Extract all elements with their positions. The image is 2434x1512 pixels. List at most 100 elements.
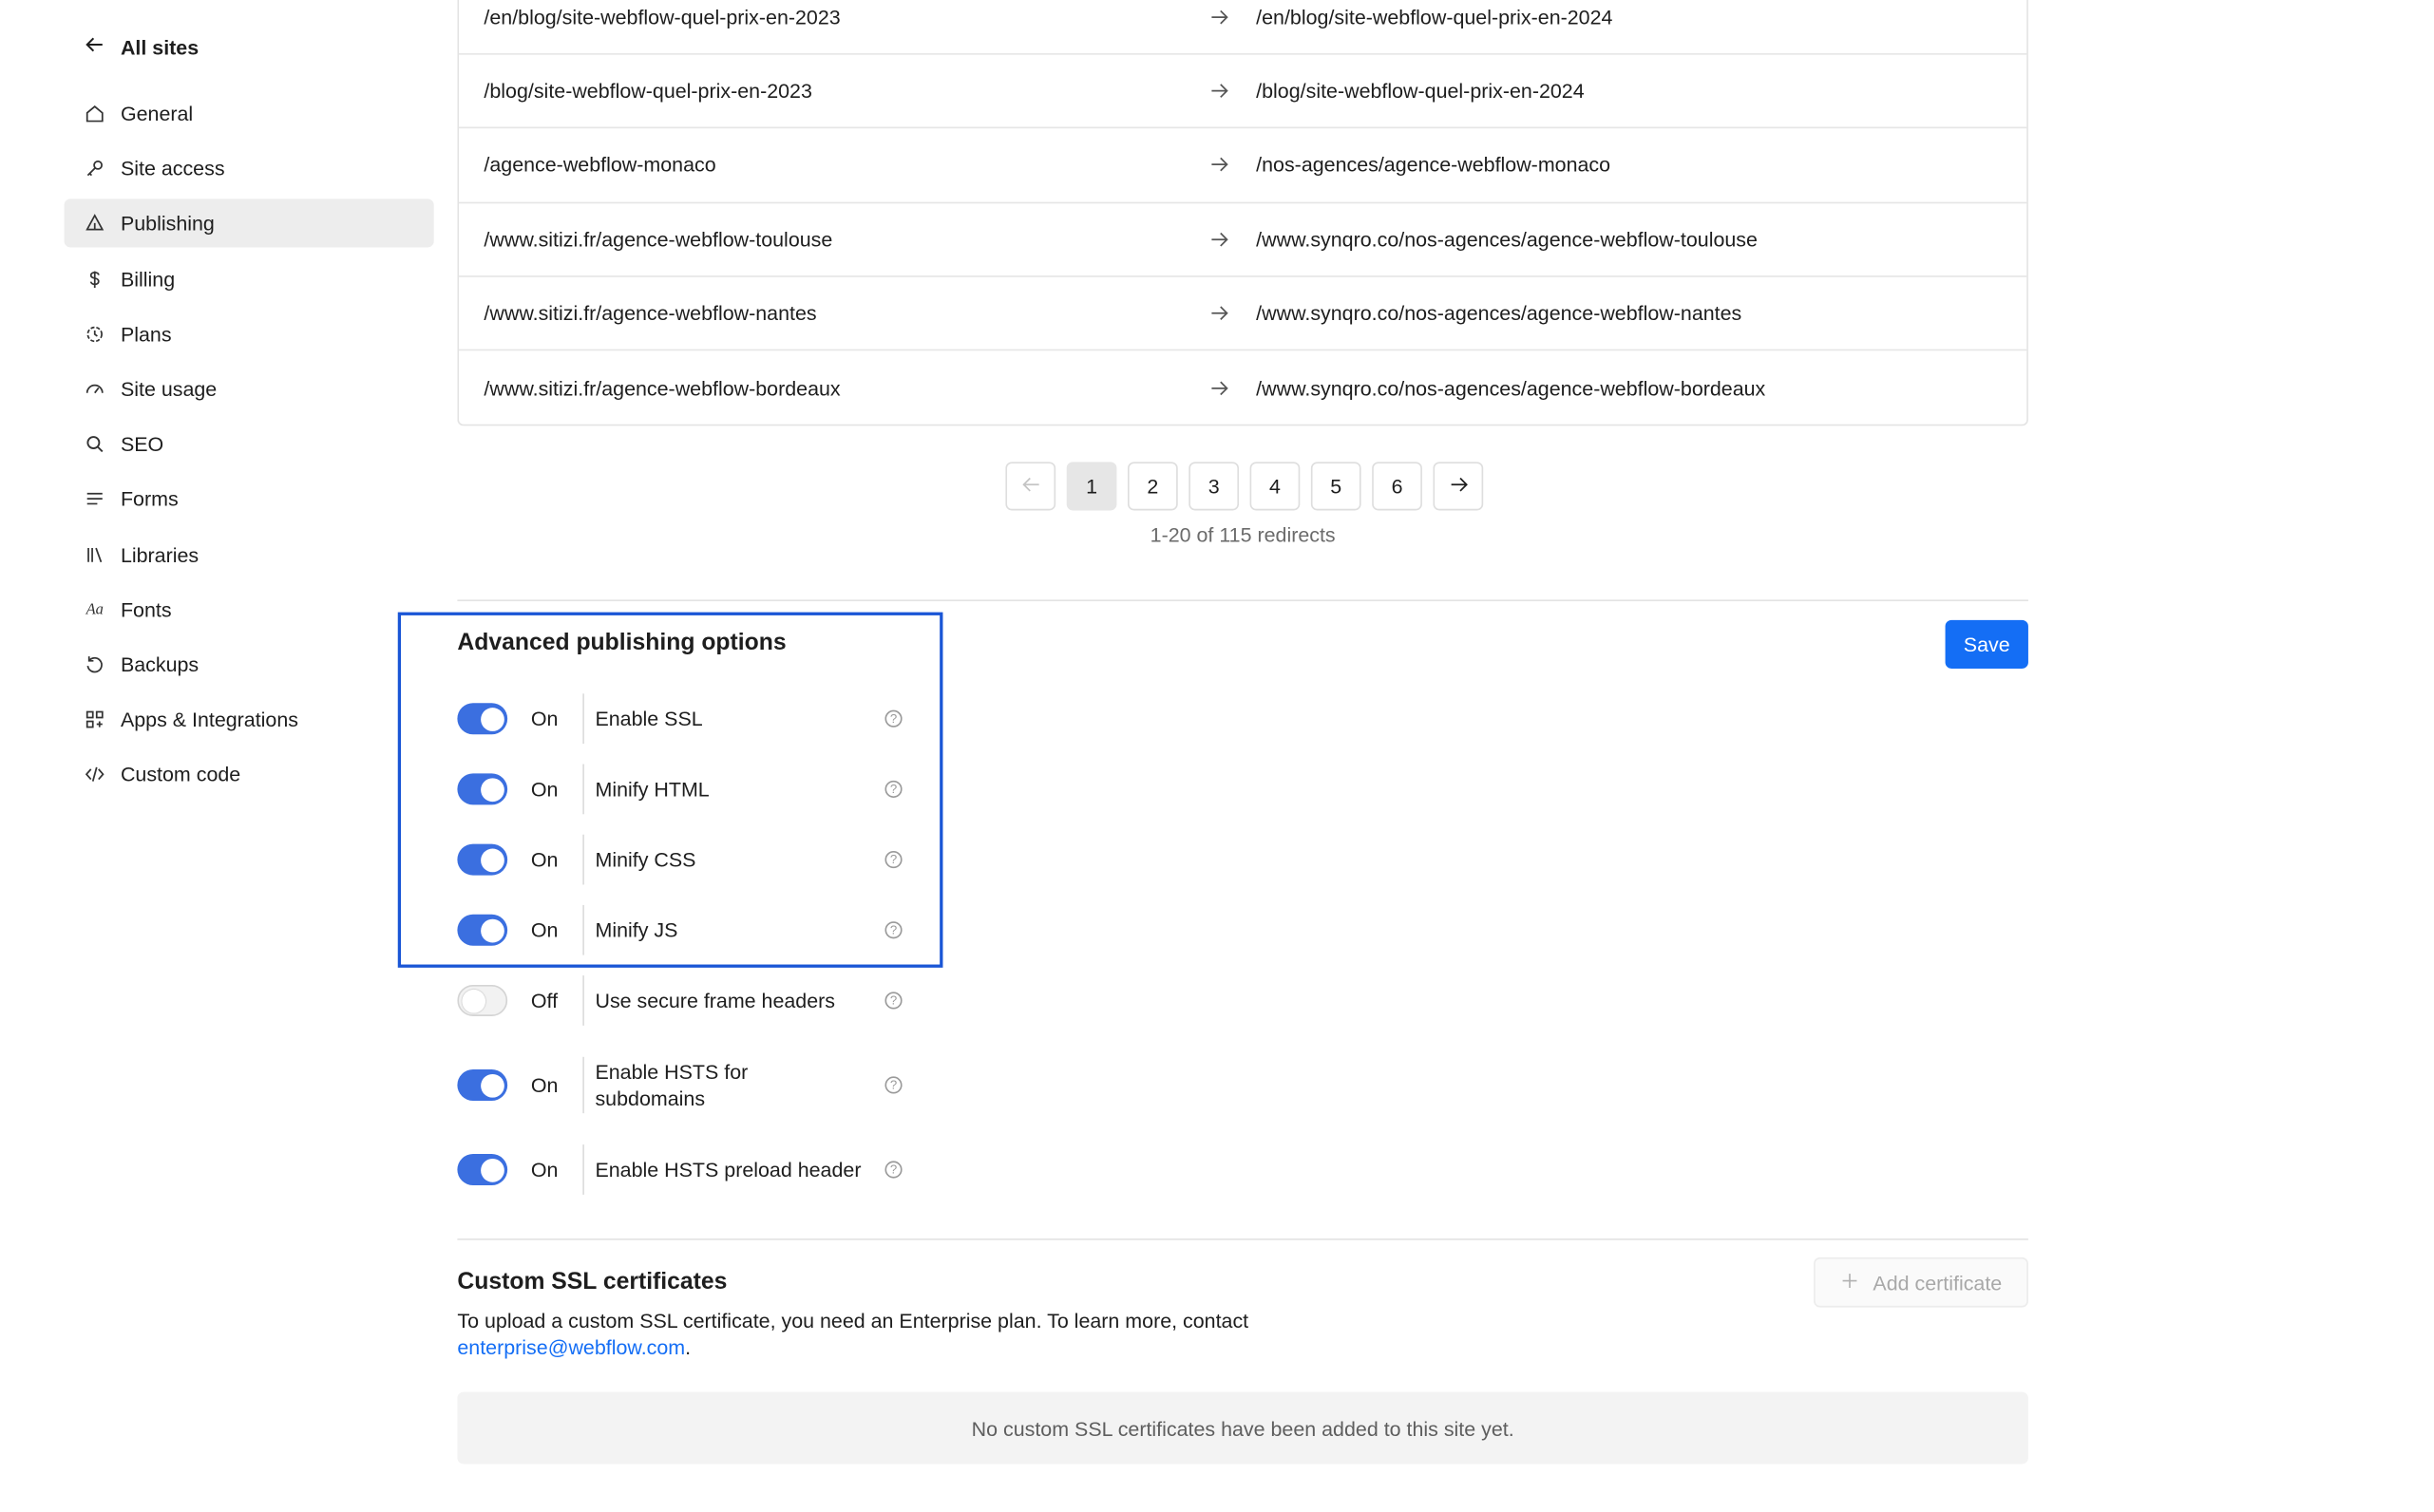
divider bbox=[582, 764, 584, 815]
sidebar-item-backups[interactable]: Backups bbox=[65, 640, 434, 689]
help-icon[interactable]: ? bbox=[884, 709, 903, 728]
redirects-table: /en/blog/site-webflow-quel-prix-en-2023 … bbox=[457, 0, 2028, 426]
page-button-2[interactable]: 2 bbox=[1127, 462, 1178, 511]
advanced-publishing-title: Advanced publishing options bbox=[457, 629, 787, 656]
page-button-5[interactable]: 5 bbox=[1310, 462, 1361, 511]
option-label: Minify JS bbox=[595, 917, 678, 942]
fonts-icon: Aa bbox=[86, 600, 104, 618]
redirect-from: /agence-webflow-monaco bbox=[484, 153, 716, 178]
section-divider bbox=[457, 1238, 2028, 1240]
page-button-1[interactable]: 1 bbox=[1066, 462, 1117, 511]
page-button-6[interactable]: 6 bbox=[1372, 462, 1422, 511]
sidebar-item-site-usage[interactable]: Site usage bbox=[65, 365, 434, 413]
sidebar-item-seo[interactable]: SEO bbox=[65, 420, 434, 468]
sidebar-item-label: Plans bbox=[120, 322, 172, 346]
table-row[interactable]: /en/blog/site-webflow-quel-prix-en-2023 … bbox=[459, 0, 2027, 56]
table-row[interactable]: /www.sitizi.fr/agence-webflow-nantes /ww… bbox=[459, 276, 2027, 351]
sidebar-item-plans[interactable]: Plans bbox=[65, 310, 434, 358]
option-label: Minify CSS bbox=[595, 847, 696, 872]
sidebar-item-label: Site access bbox=[120, 157, 225, 180]
page-button-3[interactable]: 3 bbox=[1188, 462, 1240, 511]
redirect-to: /nos-agences/agence-webflow-monaco bbox=[1256, 153, 1611, 178]
period: . bbox=[685, 1335, 692, 1359]
divider bbox=[582, 975, 584, 1026]
home-icon bbox=[85, 104, 105, 123]
help-icon[interactable]: ? bbox=[884, 1161, 903, 1179]
custom-ssl-description: To upload a custom SSL certificate, you … bbox=[457, 1308, 1334, 1361]
redirect-to: /www.synqro.co/nos-agences/agence-webflo… bbox=[1256, 227, 1758, 252]
redirect-to: /www.synqro.co/nos-agences/agence-webflo… bbox=[1256, 301, 1742, 325]
publish-icon bbox=[85, 214, 105, 234]
option-enable-ssl: On Enable SSL ? bbox=[457, 689, 911, 748]
table-row[interactable]: /www.sitizi.fr/agence-webflow-bordeaux /… bbox=[459, 350, 2026, 425]
help-icon[interactable]: ? bbox=[884, 851, 903, 869]
sidebar-item-libraries[interactable]: Libraries bbox=[65, 530, 434, 578]
enterprise-email-link[interactable]: enterprise@webflow.com bbox=[457, 1335, 685, 1359]
settings-sidebar: All sites General Site access Publishing… bbox=[0, 0, 454, 1512]
divider bbox=[582, 693, 584, 745]
next-page-button[interactable] bbox=[1433, 462, 1484, 511]
ssl-empty-state: No custom SSL certificates have been add… bbox=[457, 1391, 2028, 1465]
sidebar-item-billing[interactable]: Billing bbox=[65, 255, 434, 303]
hsts-subdomains-toggle[interactable] bbox=[457, 1068, 508, 1101]
restore-icon bbox=[85, 654, 105, 674]
plus-icon bbox=[1840, 1271, 1859, 1295]
divider bbox=[582, 1056, 584, 1114]
divider bbox=[582, 904, 584, 955]
sidebar-item-label: SEO bbox=[120, 432, 164, 456]
minify-js-toggle[interactable] bbox=[457, 914, 508, 946]
secure-frame-headers-toggle[interactable] bbox=[457, 984, 508, 1016]
minify-css-toggle[interactable] bbox=[457, 843, 508, 876]
arrow-left-icon bbox=[1020, 474, 1040, 499]
option-minify-html: On Minify HTML ? bbox=[457, 760, 911, 820]
help-icon[interactable]: ? bbox=[884, 1076, 903, 1094]
help-icon[interactable]: ? bbox=[884, 921, 903, 939]
redirect-from: /en/blog/site-webflow-quel-prix-en-2023 bbox=[484, 5, 841, 29]
sidebar-item-forms[interactable]: Forms bbox=[65, 475, 434, 523]
redirect-from: /www.sitizi.fr/agence-webflow-toulouse bbox=[484, 227, 833, 252]
arrow-right-icon bbox=[1209, 377, 1229, 397]
previous-page-button[interactable] bbox=[1005, 462, 1056, 511]
add-certificate-button[interactable]: Add certificate bbox=[1814, 1257, 2028, 1308]
table-row[interactable]: /agence-webflow-monaco /nos-agences/agen… bbox=[459, 129, 2027, 203]
sidebar-item-site-access[interactable]: Site access bbox=[65, 144, 434, 193]
divider bbox=[582, 1144, 584, 1195]
search-icon bbox=[85, 434, 105, 454]
toggle-state: On bbox=[530, 847, 559, 872]
option-label: Use secure frame headers bbox=[595, 989, 836, 1012]
sidebar-item-apps-integrations[interactable]: Apps & Integrations bbox=[65, 695, 434, 744]
sidebar-item-fonts[interactable]: Aa Fonts bbox=[65, 585, 434, 633]
redirect-to: /en/blog/site-webflow-quel-prix-en-2024 bbox=[1256, 5, 1613, 29]
arrow-right-icon bbox=[1209, 155, 1229, 175]
key-icon bbox=[85, 159, 105, 179]
section-divider bbox=[457, 599, 2028, 602]
apps-icon bbox=[85, 709, 105, 729]
option-minify-css: On Minify CSS ? bbox=[457, 830, 911, 890]
option-label: Enable SSL bbox=[595, 707, 703, 731]
hsts-preload-toggle[interactable] bbox=[457, 1154, 508, 1185]
option-minify-js: On Minify JS ? bbox=[457, 900, 911, 960]
sidebar-item-custom-code[interactable]: Custom code bbox=[65, 750, 434, 799]
redirect-to: /www.synqro.co/nos-agences/agence-webflo… bbox=[1256, 375, 1766, 400]
sidebar-item-label: Billing bbox=[120, 267, 176, 291]
sidebar-item-general[interactable]: General bbox=[65, 89, 434, 138]
page-button-4[interactable]: 4 bbox=[1249, 462, 1301, 511]
enable-ssl-toggle[interactable] bbox=[457, 703, 508, 735]
libraries-icon bbox=[85, 544, 105, 564]
arrow-right-icon bbox=[1209, 8, 1229, 28]
table-row[interactable]: /www.sitizi.fr/agence-webflow-toulouse /… bbox=[459, 203, 2027, 277]
sidebar-item-label: Forms bbox=[120, 487, 179, 511]
minify-html-toggle[interactable] bbox=[457, 773, 508, 805]
sidebar-item-publishing[interactable]: Publishing bbox=[64, 198, 434, 249]
all-sites-back-link[interactable]: All sites bbox=[85, 31, 199, 63]
option-hsts-preload: On Enable HSTS preload header ? bbox=[457, 1140, 911, 1200]
save-button[interactable]: Save bbox=[1945, 619, 2028, 669]
help-icon[interactable]: ? bbox=[884, 780, 903, 798]
add-certificate-label: Add certificate bbox=[1873, 1270, 2003, 1295]
option-label: Minify HTML bbox=[595, 777, 710, 802]
table-row[interactable]: /blog/site-webflow-quel-prix-en-2023 /bl… bbox=[459, 55, 2027, 129]
redirect-to: /blog/site-webflow-quel-prix-en-2024 bbox=[1256, 79, 1585, 104]
help-icon[interactable]: ? bbox=[884, 992, 903, 1010]
option-label: Enable HSTS for subdomains bbox=[595, 1060, 749, 1110]
custom-ssl-title: Custom SSL certificates bbox=[457, 1268, 728, 1295]
